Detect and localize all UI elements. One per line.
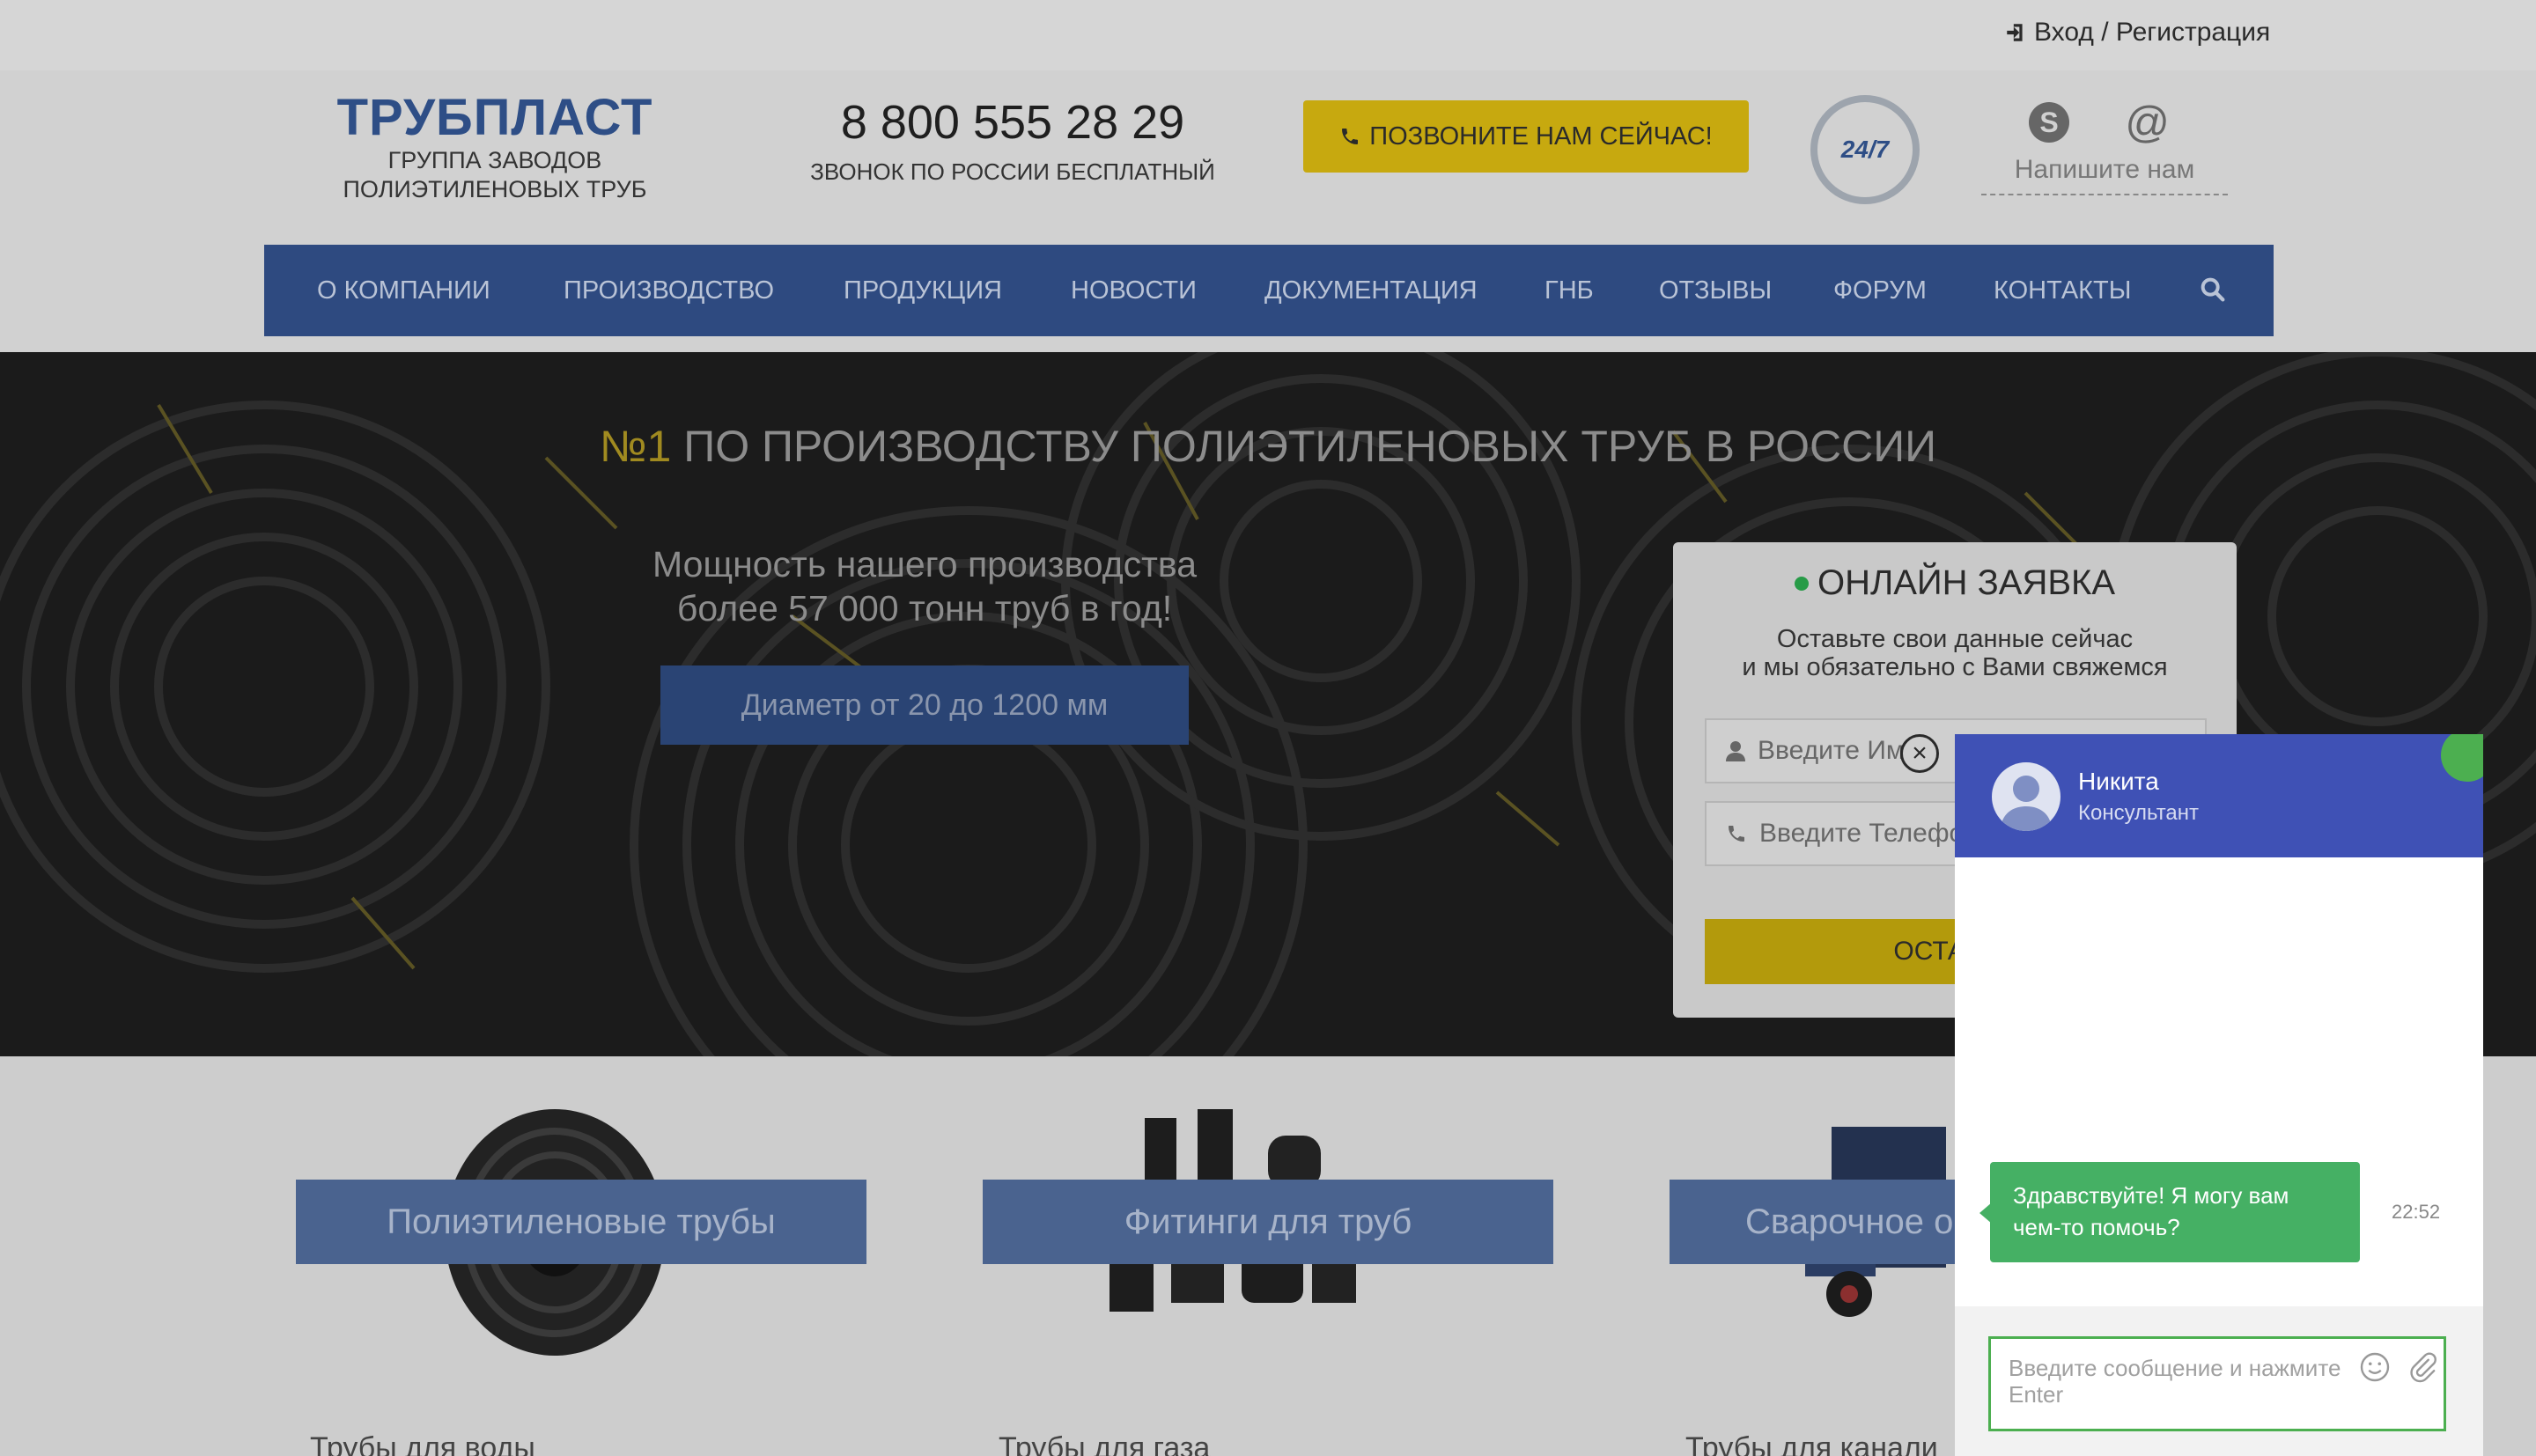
hero-subtitle-line-1: Мощность нашего производства xyxy=(652,544,1198,585)
write-us-link[interactable]: Напишите нам xyxy=(1981,155,2228,195)
emoji-icon[interactable] xyxy=(2359,1351,2391,1383)
contact-icons: S @ xyxy=(2029,97,2170,148)
user-avatar-icon xyxy=(2001,776,2052,831)
hero-title-text: ПО ПРОИЗВОДСТВУ ПОЛИЭТИЛЕНОВЫХ ТРУБ В РО… xyxy=(671,422,1937,471)
chat-message-input[interactable]: Введите сообщение и нажмите Enter xyxy=(1988,1336,2446,1431)
message-time: 22:52 xyxy=(2392,1201,2441,1223)
nav-item-documentation[interactable]: ДОКУМЕНТАЦИЯ xyxy=(1264,245,1478,336)
online-indicator xyxy=(2441,734,2483,782)
user-icon xyxy=(1726,741,1745,761)
header-phone-note: ЗВОНОК ПО РОССИИ БЕСПЛАТНЫЙ xyxy=(810,158,1215,185)
name-placeholder: Введите Им xyxy=(1758,736,1905,765)
product-card-pe-pipes[interactable]: Полиэтиленовые трубы xyxy=(296,1180,866,1264)
attachment-icon[interactable] xyxy=(2407,1351,2438,1383)
phone-icon xyxy=(1342,129,1359,144)
nav-item-products[interactable]: ПРОДУКЦИЯ xyxy=(844,245,1002,336)
product-card-welding[interactable]: Сварочное о xyxy=(1670,1180,1955,1264)
nav-item-contacts[interactable]: КОНТАКТЫ xyxy=(1994,245,2131,336)
search-icon[interactable] xyxy=(2198,275,2228,305)
chat-input-icons xyxy=(2359,1351,2438,1383)
call-now-label: ПОЗВОНИТЕ НАМ СЕЙЧАС! xyxy=(1369,121,1713,151)
hero-subtitle: Мощность нашего производства более 57 00… xyxy=(528,542,1321,630)
chat-input-placeholder: Введите сообщение и нажмите Enter xyxy=(2009,1355,2341,1408)
nav-item-gnb[interactable]: ГНБ xyxy=(1544,245,1594,336)
product-caption-sewer[interactable]: Трубы для канали xyxy=(1685,1431,1938,1456)
phone-icon xyxy=(1729,826,1744,842)
logo-subtitle: ГРУППА ЗАВОДОВ ПОЛИЭТИЛЕНОВЫХ ТРУБ xyxy=(264,146,726,204)
form-description-line-2: и мы обязательно с Вами свяжемся xyxy=(1742,653,2168,681)
close-chat-icon[interactable]: × xyxy=(1900,734,1939,773)
form-title: ОНЛАЙН ЗАЯВКА xyxy=(1673,563,2237,603)
form-description: Оставьте свои данные сейчас и мы обязате… xyxy=(1673,625,2237,681)
email-icon[interactable]: @ xyxy=(2125,97,2170,148)
login-link[interactable]: Вход / Регистрация xyxy=(2004,18,2270,48)
support-24-7-label: 24/7 xyxy=(1840,136,1890,163)
call-now-button[interactable]: ПОЗВОНИТЕ НАМ СЕЙЧАС! xyxy=(1303,100,1749,173)
logo-title[interactable]: ТРУБПЛАСТ xyxy=(264,88,726,147)
hero-title-number: №1 xyxy=(599,422,672,471)
nav-item-forum[interactable]: ФОРУМ xyxy=(1833,245,1927,336)
form-description-line-1: Оставьте свои данные сейчас xyxy=(1776,625,2134,653)
nav-item-production[interactable]: ПРОИЗВОДСТВО xyxy=(564,245,774,336)
chat-widget: Никита Консультант Здравствуйте! Я могу … xyxy=(1955,734,2483,1456)
logo-subtitle-line-1: ГРУППА ЗАВОДОВ xyxy=(387,147,602,173)
form-title-text: ОНЛАЙН ЗАЯВКА xyxy=(1817,563,2116,602)
consultant-name: Никита xyxy=(2078,768,2159,795)
support-24-7-badge: 24/7 xyxy=(1810,95,1920,204)
phone-placeholder: Введите Телефо xyxy=(1759,819,1965,848)
consultant-avatar xyxy=(1992,762,2060,831)
hero-subtitle-line-2: более 57 000 тонн труб в год! xyxy=(676,588,1173,629)
login-label: Вход / Регистрация xyxy=(2034,18,2271,47)
product-card-fittings[interactable]: Фитинги для труб xyxy=(983,1180,1553,1264)
chat-header: Никита Консультант xyxy=(1955,734,2483,857)
online-status-dot xyxy=(1794,576,1809,591)
hero-title: №1 ПО ПРОИЗВОДСТВУ ПОЛИЭТИЛЕНОВЫХ ТРУБ В… xyxy=(0,421,2536,472)
main-nav: О КОМПАНИИ ПРОИЗВОДСТВО ПРОДУКЦИЯ НОВОСТ… xyxy=(264,245,2274,336)
product-caption-gas[interactable]: Трубы для газа xyxy=(999,1431,1210,1456)
diameter-button[interactable]: Диаметр от 20 до 1200 мм xyxy=(660,665,1189,745)
sign-in-icon xyxy=(2007,24,2023,41)
nav-item-about[interactable]: О КОМПАНИИ xyxy=(317,245,490,336)
nav-item-reviews[interactable]: ОТЗЫВЫ xyxy=(1659,245,1772,336)
logo-subtitle-line-2: ПОЛИЭТИЛЕНОВЫХ ТРУБ xyxy=(343,176,647,202)
consultant-role: Консультант xyxy=(2078,801,2200,825)
product-caption-water[interactable]: Трубы для воды xyxy=(310,1431,535,1456)
header-phone[interactable]: 8 800 555 28 29 xyxy=(775,95,1250,150)
skype-icon[interactable]: S xyxy=(2029,102,2069,143)
nav-item-news[interactable]: НОВОСТИ xyxy=(1071,245,1197,336)
greeting-message: Здравствуйте! Я могу вам чем-то помочь? xyxy=(1990,1162,2360,1262)
